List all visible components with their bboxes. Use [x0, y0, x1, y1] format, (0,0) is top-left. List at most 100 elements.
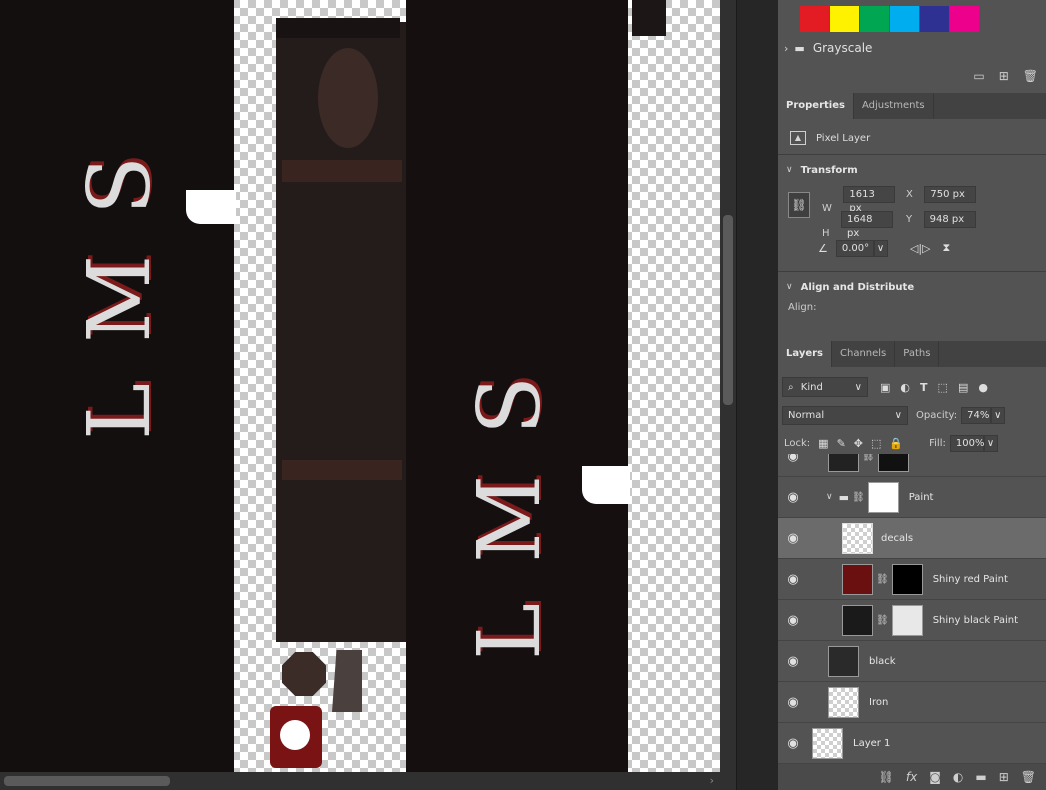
opacity-dropdown[interactable]: ∨ — [991, 406, 1006, 424]
horizontal-scroll-thumb[interactable] — [4, 776, 170, 786]
angle-field[interactable]: 0.00° — [835, 239, 874, 257]
photoshop-window: LMS LMS › › ▬ Grayscale ▭ ⊞ 🗑 Properties… — [0, 0, 1046, 790]
new-swatch-icon[interactable]: ⊞ — [999, 69, 1009, 83]
lock-brush-icon[interactable]: ✎ — [837, 437, 846, 450]
texture-notch-right — [582, 466, 630, 504]
trash-icon[interactable]: 🗑 — [1021, 770, 1036, 784]
fill-dropdown[interactable]: ∨ — [983, 434, 998, 452]
filter-kind-select[interactable]: ⌕ Kind ∨ — [782, 377, 868, 397]
transform-header[interactable]: ∨ Transform — [786, 160, 858, 180]
swatch-green[interactable] — [860, 6, 889, 32]
angle-icon: ∠ — [818, 241, 828, 255]
height-field[interactable]: 1648 px — [841, 211, 894, 239]
tab-properties[interactable]: Properties — [778, 93, 854, 119]
visibility-eye-icon[interactable]: ◉ — [778, 454, 808, 464]
chevron-right-icon[interactable]: › — [784, 42, 788, 55]
swatch-blue[interactable] — [920, 6, 949, 32]
filter-shape-icon[interactable]: ⬚ — [938, 381, 948, 394]
angle-dropdown[interactable]: ∨ — [873, 239, 888, 257]
layers-tabs: Layers Channels Paths — [778, 341, 1046, 367]
vertical-scrollbar[interactable] — [720, 0, 736, 772]
vertical-scroll-thumb[interactable] — [723, 215, 733, 405]
layer-thumbnail — [812, 727, 843, 759]
visibility-eye-icon[interactable]: ◉ — [778, 613, 808, 628]
x-row: X 750 px — [906, 186, 977, 203]
y-label: Y — [906, 214, 913, 225]
filter-row: ⌕ Kind ∨ ▣ ◐ T ⬚ ▤ ● — [782, 377, 988, 397]
visibility-eye-icon[interactable]: ◉ — [778, 695, 808, 710]
flip-horizontal-icon[interactable]: ◁|▷ — [910, 242, 931, 255]
layer-name: black — [869, 655, 896, 667]
lock-move-icon[interactable]: ✥ — [854, 437, 863, 450]
tab-paths[interactable]: Paths — [895, 341, 940, 367]
chevron-down-icon[interactable]: ∨ — [786, 282, 793, 292]
chevron-down-icon[interactable]: ∨ — [786, 165, 793, 175]
align-title: Align and Distribute — [800, 281, 915, 293]
link-icon: ⛓ — [862, 454, 875, 462]
new-layer-icon[interactable]: ⊞ — [999, 770, 1009, 784]
tab-layers[interactable]: Layers — [778, 341, 832, 367]
link-dimensions-button[interactable]: ⛓ — [788, 192, 810, 218]
panel-gutter — [736, 0, 778, 790]
filter-pixel-icon[interactable]: ▣ — [880, 381, 890, 394]
layer-row-shiny-red[interactable]: ◉ ⛓ Shiny red Paint — [778, 559, 1046, 600]
tab-adjustments[interactable]: Adjustments — [854, 93, 934, 119]
mask-thumbnail — [891, 563, 923, 595]
swatch-magenta[interactable] — [950, 6, 979, 32]
document-canvas[interactable]: LMS LMS — [0, 0, 720, 772]
swatch-cyan[interactable] — [890, 6, 919, 32]
layer-row-shiny-black[interactable]: ◉ ⛓ Shiny black Paint — [778, 600, 1046, 641]
texture-top-right-block — [632, 0, 666, 36]
adjustment-layer-icon[interactable]: ◐ — [953, 770, 963, 784]
link-layers-icon[interactable]: ⛓ — [879, 770, 894, 784]
filter-adjustment-icon[interactable]: ◐ — [900, 381, 910, 394]
lock-all-icon[interactable]: 🔒 — [889, 437, 903, 450]
swatch-yellow[interactable] — [830, 6, 859, 32]
layer-row-partial[interactable]: ◉ ⛓ — [778, 454, 1046, 477]
fx-icon[interactable]: fx — [906, 770, 917, 784]
visibility-eye-icon[interactable]: ◉ — [778, 531, 808, 546]
filter-type-icon[interactable]: T — [920, 381, 928, 394]
layer-row-decals[interactable]: ◉ decals — [778, 518, 1046, 559]
layer-row-paint-group[interactable]: ◉ ∨ ▬ ⛓ Paint — [778, 477, 1046, 518]
texture-notch-left — [186, 190, 236, 224]
swatch-group-grayscale[interactable]: › ▬ Grayscale — [784, 38, 872, 58]
width-field[interactable]: 1613 px — [843, 186, 896, 214]
layer-row-layer-1[interactable]: ◉ Layer 1 — [778, 723, 1046, 764]
x-field[interactable]: 750 px — [924, 186, 977, 203]
add-mask-icon[interactable]: ◙ — [929, 770, 941, 784]
visibility-eye-icon[interactable]: ◉ — [778, 490, 808, 505]
visibility-eye-icon[interactable]: ◉ — [778, 572, 808, 587]
lms-text-left: LMS — [70, 115, 170, 440]
layer-thumbnail — [842, 563, 873, 595]
horizontal-scrollbar[interactable]: › — [0, 772, 736, 790]
blend-mode-select[interactable]: Normal ∨ — [782, 405, 908, 425]
filter-smart-object-icon[interactable]: ▤ — [958, 381, 968, 394]
h-row: H 1648 px — [822, 211, 894, 239]
visibility-eye-icon[interactable]: ◉ — [778, 736, 808, 751]
trash-icon[interactable]: 🗑 — [1023, 69, 1038, 83]
chevron-down-icon: ∨ — [854, 382, 862, 393]
flip-vertical-icon[interactable]: ⧗ — [943, 241, 951, 255]
visibility-eye-icon[interactable]: ◉ — [778, 654, 808, 669]
layer-name: decals — [881, 532, 914, 544]
layer-row-black[interactable]: ◉ black — [778, 641, 1046, 682]
chevron-down-icon[interactable]: ∨ — [826, 492, 833, 502]
rust-strip-2 — [282, 460, 402, 480]
swatches-panel: › ▬ Grayscale ▭ ⊞ 🗑 — [778, 0, 1046, 92]
layer-row-iron[interactable]: ◉ Iron — [778, 682, 1046, 723]
new-group-icon[interactable]: ▬ — [975, 770, 986, 784]
opacity-field[interactable]: 74% — [961, 406, 992, 424]
tab-channels[interactable]: Channels — [832, 341, 896, 367]
lms-text-right: LMS — [460, 335, 560, 660]
fill-field[interactable]: 100% — [949, 434, 984, 452]
new-group-icon[interactable]: ▭ — [973, 69, 984, 83]
swatch-red[interactable] — [800, 6, 829, 32]
lock-transparent-icon[interactable]: ▦ — [818, 437, 828, 450]
scroll-right-arrow-icon[interactable]: › — [710, 774, 714, 787]
filter-toggle-icon[interactable]: ● — [978, 381, 988, 394]
align-header[interactable]: ∨ Align and Distribute — [786, 277, 914, 297]
lock-artboard-icon[interactable]: ⬚ — [871, 437, 881, 450]
filter-kind-label: Kind — [800, 382, 823, 393]
y-field[interactable]: 948 px — [923, 211, 976, 228]
